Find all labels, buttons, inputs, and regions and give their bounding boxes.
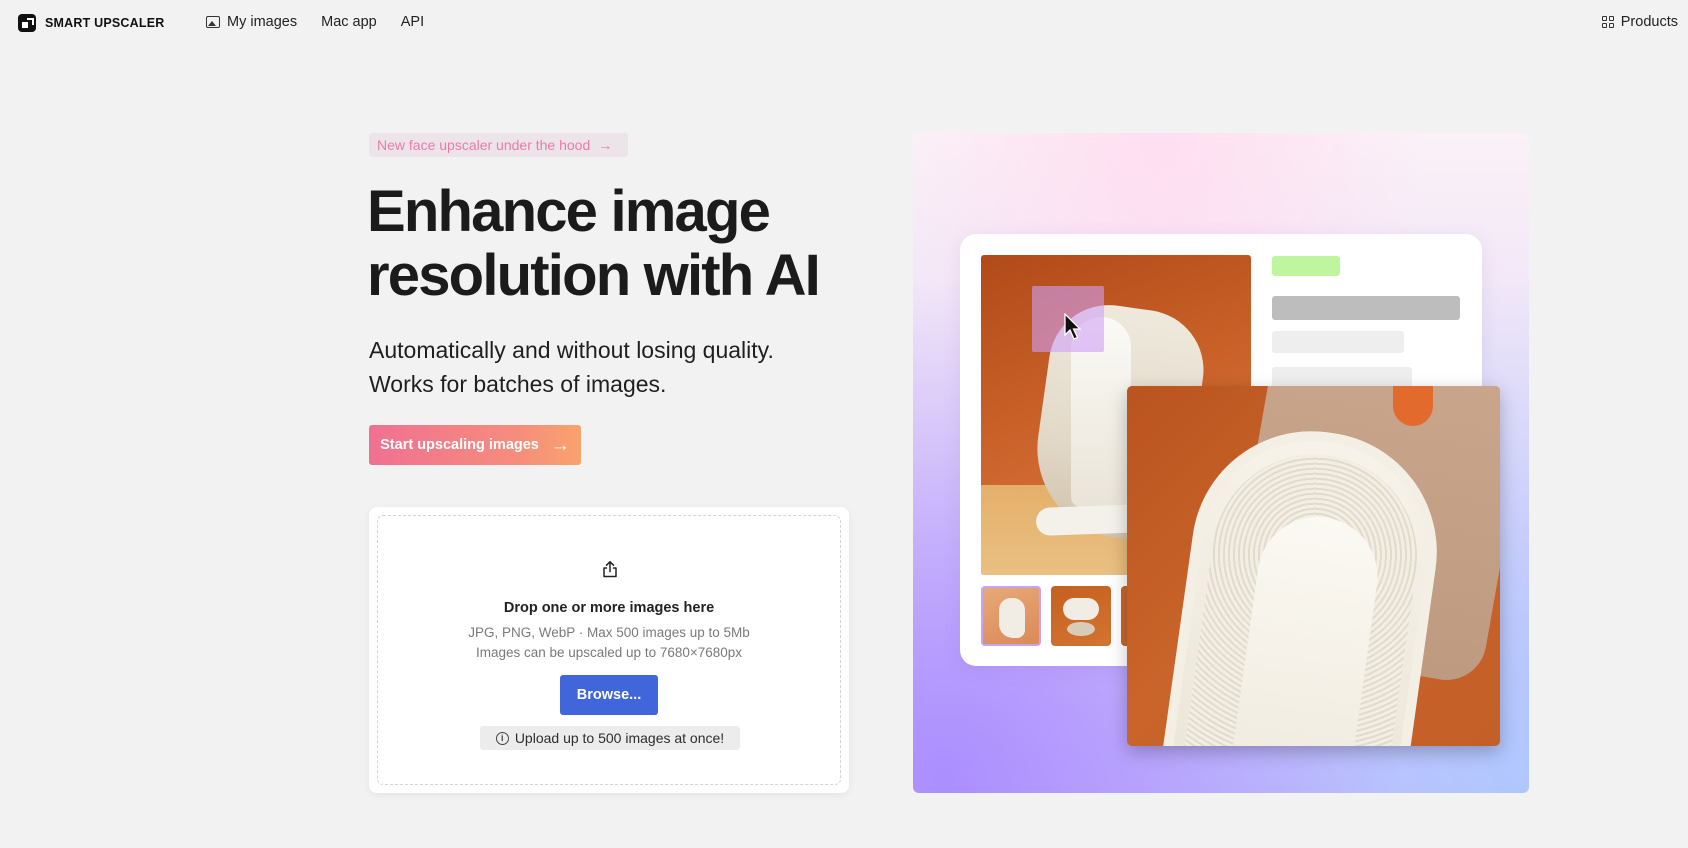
- hero-illustration: [913, 133, 1529, 793]
- nav-mac-app-label: Mac app: [321, 14, 377, 30]
- browse-button[interactable]: Browse...: [560, 675, 658, 715]
- upload-icon: [603, 561, 617, 578]
- skeleton-line: [1272, 331, 1404, 353]
- thumbnail: [1051, 586, 1111, 646]
- subtitle: Automatically and without losing quality…: [369, 333, 869, 401]
- cursor-icon: [1064, 313, 1082, 340]
- logo-text: SMART UPSCALER: [45, 16, 165, 30]
- thumbnail: [981, 586, 1041, 646]
- skeleton-title: [1272, 296, 1460, 320]
- main-nav: My images Mac app API: [206, 14, 424, 30]
- logo[interactable]: SMART UPSCALER: [18, 14, 164, 32]
- sneaker-accent: [1393, 386, 1433, 426]
- nav-my-images[interactable]: My images: [206, 14, 297, 30]
- arrow-right-icon: →: [598, 137, 613, 153]
- subtitle-line-2: Works for batches of images.: [369, 371, 667, 397]
- upload-limit-text: Upload up to 500 images at once!: [514, 730, 725, 746]
- upload-card: Drop one or more images here JPG, PNG, W…: [369, 507, 849, 793]
- info-icon: i: [495, 731, 509, 745]
- image-dropzone[interactable]: Drop one or more images here JPG, PNG, W…: [377, 515, 841, 785]
- dropzone-title: Drop one or more images here: [503, 600, 715, 616]
- page-title-line-1: Enhance image: [367, 179, 771, 244]
- image-icon: [206, 16, 220, 28]
- logo-icon: [18, 14, 36, 32]
- zoomed-sneaker-photo: [1127, 386, 1500, 746]
- dropzone-max-size: Images can be upscaled up to 7680×7680px: [475, 645, 743, 660]
- subtitle-line-1: Automatically and without losing quality…: [369, 337, 774, 363]
- dropzone-formats: JPG, PNG, WebP · Max 500 images up to 5M…: [468, 625, 750, 640]
- nav-api[interactable]: API: [401, 14, 424, 30]
- upload-limit-note: i Upload up to 500 images at once!: [480, 726, 740, 750]
- top-nav-bar: SMART UPSCALER My images Mac app API Pro…: [0, 0, 1688, 46]
- nav-mac-app[interactable]: Mac app: [321, 14, 377, 30]
- nav-api-label: API: [400, 14, 425, 30]
- grid-icon: [1601, 16, 1614, 28]
- announcement-badge[interactable]: New face upscaler under the hood →: [369, 133, 629, 157]
- skeleton-tag: [1272, 256, 1340, 276]
- page-title: Enhance image resolution with AI: [367, 180, 867, 308]
- start-upscaling-label: Start upscaling images: [380, 437, 539, 453]
- start-upscaling-button[interactable]: Start upscaling images →: [369, 425, 581, 465]
- announcement-text: New face upscaler under the hood: [377, 137, 591, 153]
- skeleton-line: [1272, 367, 1412, 387]
- page-title-line-2: resolution with AI: [367, 243, 821, 308]
- nav-my-images-label: My images: [227, 14, 298, 30]
- products-label: Products: [1620, 14, 1678, 30]
- products-menu[interactable]: Products: [1601, 14, 1678, 30]
- arrow-right-icon: →: [550, 434, 570, 456]
